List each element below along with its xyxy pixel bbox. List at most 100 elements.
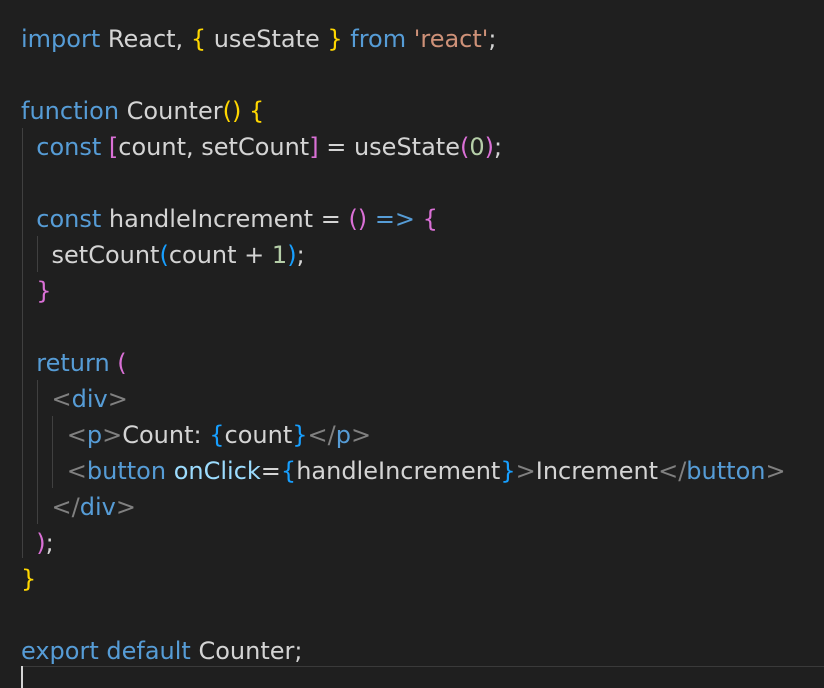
code-line[interactable]: <p>Count: {count}</p> — [21, 417, 786, 453]
code-token: p — [86, 421, 103, 449]
code-token: Counter — [119, 97, 223, 125]
code-line[interactable]: const handleIncrement = () => { — [21, 201, 786, 237]
code-token: ; — [494, 133, 503, 161]
code-token: { — [280, 457, 297, 485]
code-token: 1 — [271, 241, 288, 269]
code-line[interactable] — [21, 165, 786, 201]
code-token: count — [224, 421, 293, 449]
code-token: > — [515, 457, 536, 485]
code-line[interactable]: </div> — [21, 489, 786, 525]
code-line[interactable] — [21, 597, 786, 633]
code-editor[interactable]: import React, { useState } from 'react';… — [0, 0, 824, 688]
code-token: < — [66, 457, 87, 485]
code-token: ) — [287, 241, 297, 269]
code-lines[interactable]: import React, { useState } from 'react';… — [21, 21, 786, 669]
code-token: ( — [159, 241, 169, 269]
code-line[interactable]: export default Counter; — [21, 633, 786, 669]
code-token: < — [51, 385, 72, 413]
code-token: useState — [206, 25, 328, 53]
code-line[interactable]: } — [21, 561, 786, 597]
code-token: export — [21, 637, 99, 665]
code-line[interactable]: function Counter() { — [21, 93, 786, 129]
code-line[interactable] — [21, 57, 786, 93]
code-token: </ — [51, 493, 80, 521]
code-line[interactable]: ); — [21, 525, 786, 561]
code-token: } — [21, 565, 37, 593]
code-token: import — [21, 25, 101, 53]
code-token: { — [422, 205, 438, 233]
code-token: => — [374, 205, 416, 233]
code-token: </ — [658, 457, 687, 485]
code-token: = — [260, 457, 281, 485]
code-line[interactable]: setCount(count + 1); — [21, 237, 786, 273]
code-token: [ — [108, 133, 119, 161]
code-token: const — [36, 133, 102, 161]
code-token: div — [71, 385, 108, 413]
code-line[interactable]: import React, { useState } from 'react'; — [21, 21, 786, 57]
code-token: div — [79, 493, 116, 521]
code-token: 0 — [469, 133, 485, 161]
code-token: React, — [100, 25, 191, 53]
code-token: ] — [309, 133, 319, 161]
code-token: () — [348, 205, 368, 233]
code-token: handleIncrement — [296, 457, 501, 485]
code-line[interactable]: } — [21, 273, 786, 309]
current-line-highlight — [21, 666, 824, 667]
code-token: } — [327, 25, 343, 53]
code-token: ; — [45, 529, 54, 557]
code-token: ( — [459, 133, 470, 161]
code-token: () — [222, 97, 242, 125]
code-token: < — [66, 421, 87, 449]
code-token: from — [342, 25, 414, 53]
code-line[interactable]: return ( — [21, 345, 786, 381]
code-token: return — [36, 349, 110, 377]
code-token: ) — [484, 133, 494, 161]
code-token: } — [36, 277, 52, 305]
code-line[interactable]: <button onClick={handleIncrement}>Increm… — [21, 453, 786, 489]
code-token: count, setCount — [118, 133, 310, 161]
code-token: { — [190, 25, 207, 53]
code-line[interactable]: <div> — [21, 381, 786, 417]
code-token: button — [86, 457, 167, 485]
code-token: > — [350, 421, 372, 449]
code-token: > — [115, 493, 136, 521]
code-token: Counter; — [190, 637, 303, 665]
code-token: p — [335, 421, 351, 449]
code-token: ; — [488, 25, 497, 53]
code-token: setCount — [21, 241, 160, 269]
code-line[interactable] — [21, 309, 786, 345]
code-token: ( — [117, 349, 127, 377]
code-token: ; — [296, 241, 305, 269]
code-token: Count: — [122, 421, 210, 449]
code-token: const — [36, 205, 102, 233]
code-token: } — [500, 457, 516, 485]
code-token: = useState — [318, 133, 460, 161]
code-token: default — [106, 637, 191, 665]
code-token: onClick — [173, 457, 261, 485]
code-token: { — [248, 97, 265, 125]
code-token: Increment — [535, 457, 659, 485]
code-token: > — [765, 457, 786, 485]
code-token: 'react' — [413, 25, 489, 53]
code-token: { — [209, 421, 225, 449]
code-token: count + — [168, 241, 272, 269]
code-line[interactable]: const [count, setCount] = useState(0); — [21, 129, 786, 165]
code-token: function — [21, 97, 120, 125]
code-token: handleIncrement = — [101, 205, 349, 233]
code-token: > — [102, 421, 123, 449]
code-token: } — [292, 421, 308, 449]
